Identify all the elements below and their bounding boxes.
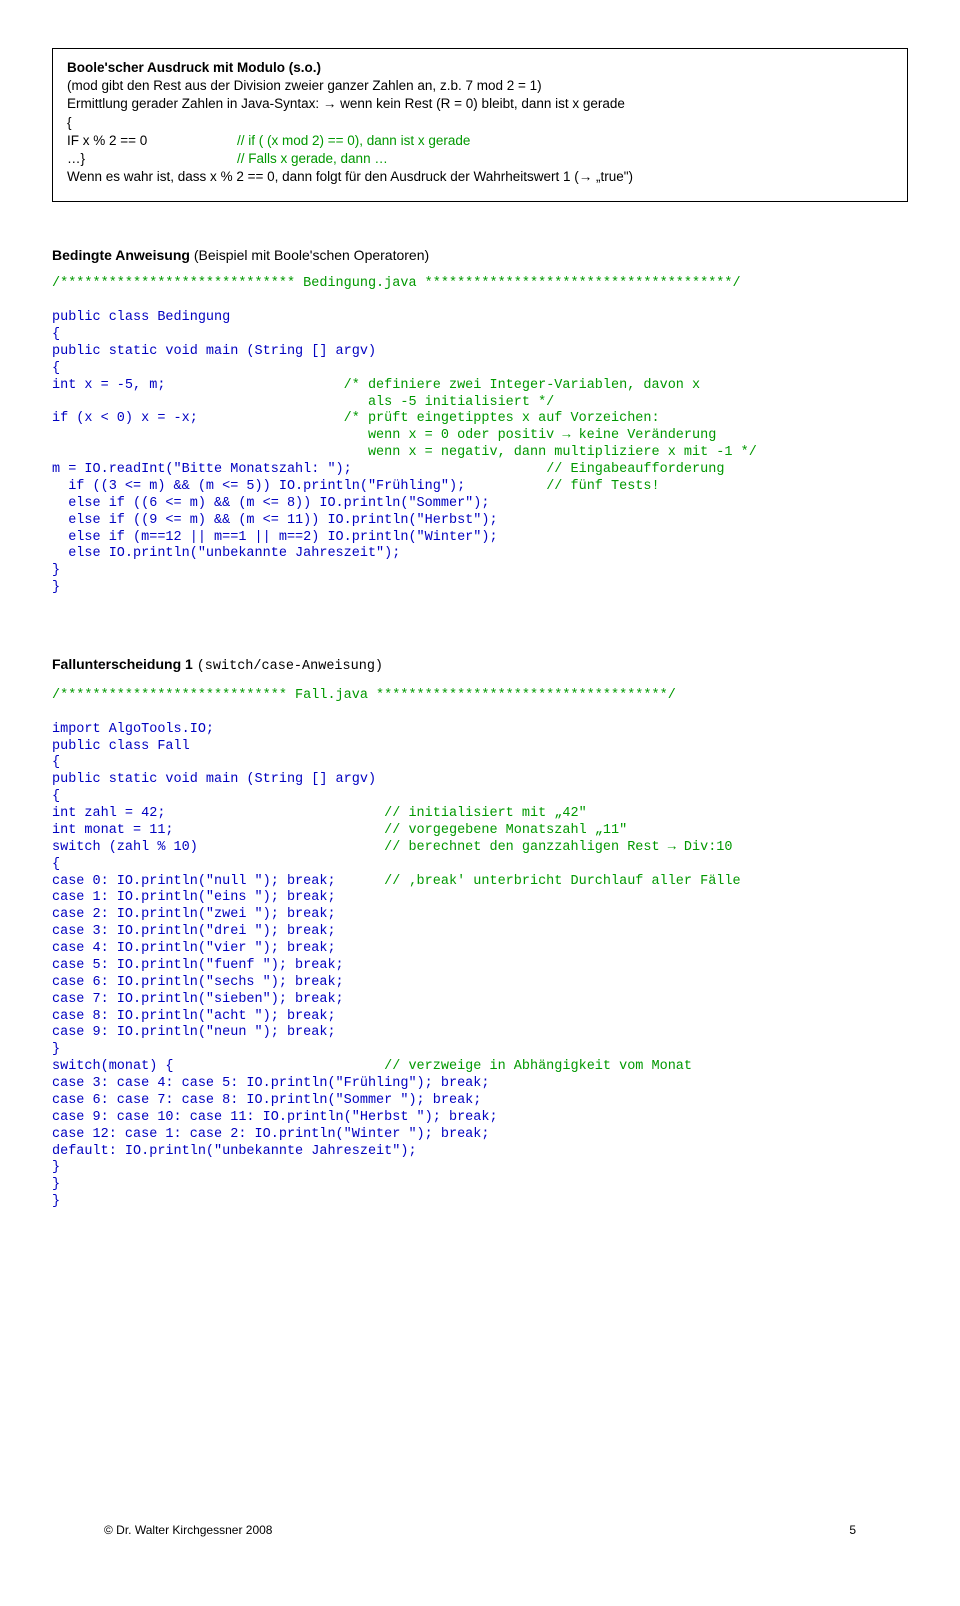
- info-box: Boole'scher Ausdruck mit Modulo (s.o.) (…: [52, 48, 908, 202]
- bedingte-title-paren: (Beispiel mit Boole'schen Operatoren): [190, 247, 429, 263]
- box-brace: {: [67, 114, 893, 132]
- box-line1: (mod gibt den Rest aus der Division zwei…: [67, 77, 893, 95]
- section-bedingte: Bedingte Anweisung (Beispiel mit Boole's…: [52, 246, 908, 598]
- bedingte-code: /***************************** Bedingung…: [52, 276, 908, 597]
- fall-title: Fallunterscheidung 1 (switch/case-Anweis…: [52, 655, 908, 676]
- bedingte-title: Bedingte Anweisung (Beispiel mit Boole's…: [52, 246, 908, 265]
- box-line3: Wenn es wahr ist, dass x % 2 == 0, dann …: [67, 168, 893, 186]
- box-row2-left: …}: [67, 150, 237, 168]
- fall-title-mono: (switch/case-Anweisung): [197, 659, 383, 674]
- section-fall: Fallunterscheidung 1 (switch/case-Anweis…: [52, 655, 908, 1211]
- footer-left: © Dr. Walter Kirchgessner 2008: [104, 1522, 272, 1538]
- box-row2-right: // Falls x gerade, dann …: [237, 150, 893, 168]
- box-row1: IF x % 2 == 0 // if ( (x mod 2) == 0), d…: [67, 132, 893, 150]
- box-line2: Ermittlung gerader Zahlen in Java-Syntax…: [67, 95, 893, 113]
- bedingte-title-bold: Bedingte Anweisung: [52, 247, 190, 263]
- box-row2: …} // Falls x gerade, dann …: [67, 150, 893, 168]
- box-title: Boole'scher Ausdruck mit Modulo (s.o.): [67, 59, 893, 77]
- box-row1-left: IF x % 2 == 0: [67, 132, 237, 150]
- fall-code: /**************************** Fall.java …: [52, 688, 908, 1211]
- fall-title-bold: Fallunterscheidung 1: [52, 656, 197, 672]
- page-footer: © Dr. Walter Kirchgessner 2008 5: [104, 1522, 856, 1538]
- box-row1-right: // if ( (x mod 2) == 0), dann ist x gera…: [237, 132, 893, 150]
- footer-page-number: 5: [849, 1522, 856, 1538]
